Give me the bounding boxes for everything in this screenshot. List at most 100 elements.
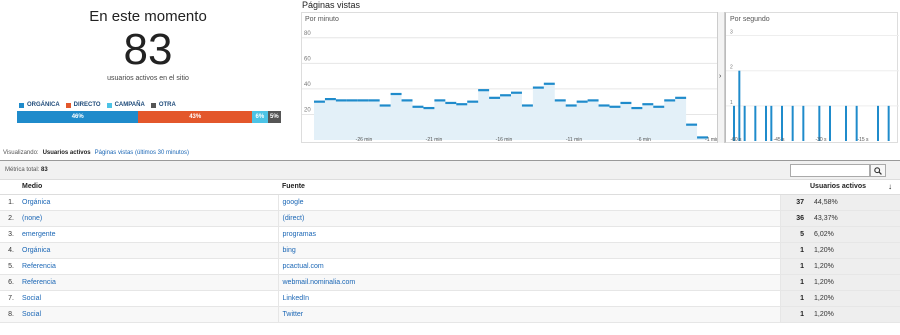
metric-total: Métrica total: 83	[5, 167, 48, 173]
table-row[interactable]: 8. Social Twitter 1 1,20%	[0, 306, 900, 323]
fuente-link[interactable]: pcactual.com	[278, 258, 781, 275]
sources-table: Medio Fuente Usuarios activos ↓ 1. Orgáni…	[0, 180, 900, 323]
fuente-link[interactable]: google	[278, 194, 781, 211]
active-users-value: 37	[780, 194, 810, 211]
legend-label: CAMPAÑA	[114, 102, 145, 108]
row-index: 6.	[0, 274, 18, 291]
legend-swatch	[150, 102, 156, 108]
fuente-link[interactable]: webmail.nominalia.com	[278, 274, 781, 291]
active-users-value: 1	[780, 290, 810, 307]
segment-directo[interactable]: 43%	[138, 111, 252, 123]
second-bar	[829, 105, 831, 141]
second-bar	[855, 105, 858, 141]
search-button[interactable]	[870, 164, 886, 177]
active-users-percent: 1,20%	[810, 242, 900, 259]
legend-item-directo: DIRECTO	[65, 100, 101, 110]
active-users-percent: 1,20%	[810, 306, 900, 323]
second-bar	[754, 105, 757, 141]
active-users-value: 5	[780, 226, 810, 243]
traffic-legend: ORGÁNICA DIRECTO CAMPAÑA OTRA	[19, 100, 176, 110]
header-medio[interactable]: Medio	[18, 180, 278, 195]
y-tick-label: 80	[304, 31, 311, 37]
x-tick-label: -60 s	[730, 137, 742, 143]
per-minute-svg: 20 40 60 80 -26 min -21 min -16 min -11 min -6 m…	[302, 31, 718, 143]
active-users-percent: 1,20%	[810, 258, 900, 275]
second-bar	[818, 105, 821, 141]
active-users-value: 1	[780, 274, 810, 291]
fuente-link[interactable]: bing	[278, 242, 781, 259]
per-second-svg: 1 2 3 -60 s -45 s -30 s -15 s	[726, 30, 899, 143]
legend-label: OTRA	[158, 102, 176, 108]
row-index: 8.	[0, 306, 18, 323]
table-row[interactable]: 6. Referencia webmail.nominalia.com 1 1,20%	[0, 274, 900, 291]
table-row[interactable]: 3. emergente programas 5 6,02%	[0, 226, 900, 243]
active-users-value: 1	[780, 242, 810, 259]
header-usuarios[interactable]: Usuarios activos ↓	[780, 180, 900, 195]
x-tick-label: -45 s	[773, 137, 785, 143]
y-tick-label: 1	[730, 100, 733, 106]
active-users-percent: 43,37%	[810, 210, 900, 227]
x-tick-label: -21 min	[426, 137, 443, 143]
medio-link[interactable]: Social	[18, 290, 279, 307]
metric-total-label: Métrica total:	[5, 167, 40, 173]
x-tick-label: -30 s	[815, 137, 827, 143]
active-users-value: 36	[780, 210, 810, 227]
view-active-users[interactable]: Usuarios activos	[43, 150, 91, 156]
second-bar	[738, 70, 741, 141]
header-index	[0, 180, 18, 195]
search-icon	[874, 166, 882, 175]
row-index: 4.	[0, 242, 18, 259]
medio-link[interactable]: Referencia	[18, 258, 279, 275]
y-tick-label: 20	[304, 107, 311, 113]
row-index: 3.	[0, 226, 18, 243]
medio-link[interactable]: (none)	[18, 210, 279, 227]
active-users-count: 83	[123, 25, 173, 74]
table-row[interactable]: 7. Social LinkedIn 1 1,20%	[0, 290, 900, 307]
traffic-source-bar: 46% 43% 6% 5%	[17, 111, 281, 123]
x-tick-label: -16 min	[496, 137, 513, 143]
segment-organica[interactable]: 46%	[17, 111, 139, 123]
medio-link[interactable]: emergente	[18, 226, 279, 243]
x-tick-label: -26 min	[356, 137, 373, 143]
table-row[interactable]: 1. Orgánica google 37 44,58%	[0, 194, 900, 211]
medio-link[interactable]: Orgánica	[18, 242, 279, 259]
second-bar	[791, 105, 794, 141]
sort-arrow-icon[interactable]: ↓	[888, 182, 892, 191]
x-tick-label: -15 s	[857, 137, 869, 143]
legend-item-campana: CAMPAÑA	[106, 100, 145, 110]
legend-item-organica: ORGÁNICA	[19, 100, 60, 110]
second-bar	[733, 105, 735, 141]
active-users-percent: 44,58%	[810, 194, 900, 211]
medio-link[interactable]: Orgánica	[18, 194, 279, 211]
chevron-right-icon[interactable]: ›	[719, 73, 721, 80]
viewing-row: Visualizando: Usuarios activos Páginas v…	[3, 150, 189, 156]
table-row[interactable]: 4. Orgánica bing 1 1,20%	[0, 242, 900, 259]
table-row[interactable]: 2. (none) (direct) 36 43,37%	[0, 210, 900, 227]
header-fuente[interactable]: Fuente	[278, 180, 780, 195]
medio-link[interactable]: Referencia	[18, 274, 279, 291]
view-pageviews-link[interactable]: Páginas vistas (últimos 30 minutos)	[95, 150, 189, 156]
legend-swatch	[106, 102, 112, 108]
segment-campana[interactable]: 6%	[251, 111, 268, 123]
y-tick-label: 3	[730, 30, 733, 36]
y-tick-label: 2	[730, 65, 733, 71]
viewing-label: Visualizando:	[3, 150, 39, 156]
legend-label: ORGÁNICA	[27, 102, 60, 108]
y-tick-label: 60	[304, 56, 311, 62]
fuente-link[interactable]: LinkedIn	[278, 290, 781, 307]
pageviews-title: Páginas vistas	[302, 0, 361, 10]
second-bar	[887, 105, 890, 141]
per-second-chart: Por segundo 1 2 3 -60 s -45 s -30 s -15 s	[725, 12, 899, 143]
second-bar	[770, 105, 773, 141]
table-row[interactable]: 5. Referencia pcactual.com 1 1,20%	[0, 258, 900, 275]
fuente-link[interactable]: (direct)	[278, 210, 781, 227]
medio-link[interactable]: Social	[18, 306, 279, 323]
active-users-value: 1	[780, 306, 810, 323]
segment-otra[interactable]: 5%	[267, 111, 281, 123]
table-search-input[interactable]	[790, 164, 870, 177]
active-users-percent: 6,02%	[810, 226, 900, 243]
fuente-link[interactable]: programas	[278, 226, 781, 243]
fuente-link[interactable]: Twitter	[278, 306, 781, 323]
second-bar	[743, 105, 746, 141]
table-header: Medio Fuente Usuarios activos ↓	[0, 180, 900, 195]
